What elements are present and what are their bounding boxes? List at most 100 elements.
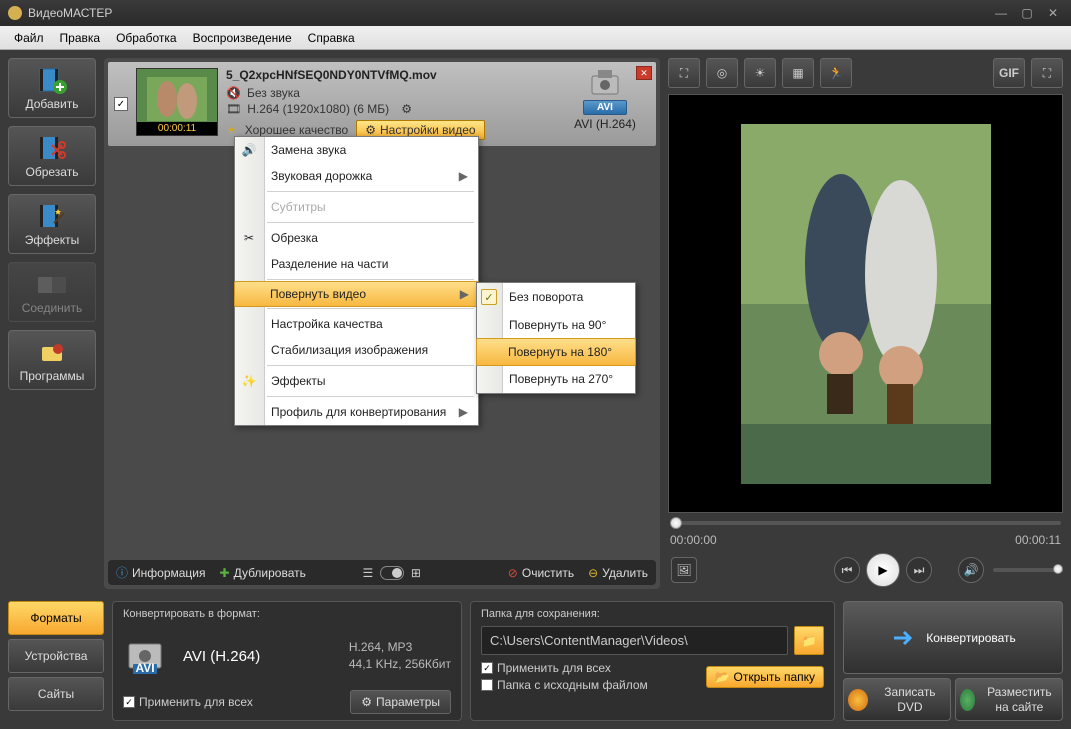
remove-file-button[interactable]: ✕ xyxy=(636,66,652,80)
format-detail: AVI (H.264) xyxy=(560,117,650,131)
menu-help[interactable]: Справка xyxy=(300,27,363,49)
apply-all-format-checkbox[interactable]: ✓Применить для всех xyxy=(123,695,253,709)
format-panel-header: Конвертировать в формат: xyxy=(123,608,451,620)
snapshot-button[interactable]: 🖼 xyxy=(671,557,697,583)
burn-dvd-button[interactable]: Записать DVD xyxy=(843,678,951,721)
film-icon: 🎞 xyxy=(226,102,241,116)
prev-button[interactable]: ⏮ xyxy=(834,557,860,583)
enhance-tool-button[interactable]: ◎ xyxy=(706,58,738,88)
tab-formats[interactable]: Форматы xyxy=(8,601,104,635)
source-folder-checkbox[interactable]: Папка с исходным файлом xyxy=(481,678,648,692)
preview-panel: ⛶ ◎ ☀ ▦ 🏃 GIF ⛶ 00:00:0000:00:11 xyxy=(668,58,1063,589)
maximize-button[interactable]: ▢ xyxy=(1017,6,1037,20)
mute-button[interactable]: 🔊 xyxy=(958,557,984,583)
browse-button[interactable]: 📁 xyxy=(794,626,824,655)
file-name: 5_Q2xpcHNfSEQ0NDY0NTVfMQ.mov xyxy=(226,68,552,82)
left-toolbar: Добавить Обрезать Эффекты Соединить Прог… xyxy=(8,58,96,589)
sun-icon: ☀ xyxy=(226,123,237,137)
ctx-split[interactable]: Разделение на части xyxy=(235,251,478,277)
ctx-quality[interactable]: Настройка качества xyxy=(235,311,478,337)
speed-tool-button[interactable]: 🏃 xyxy=(820,58,852,88)
brightness-icon: ☀ xyxy=(755,66,766,80)
check-icon: ✓ xyxy=(481,289,497,305)
text-tool-button[interactable]: ▦ xyxy=(782,58,814,88)
file-checkbox[interactable]: ✓ xyxy=(114,97,128,111)
settings-small-icon[interactable]: ⚙ xyxy=(401,102,412,116)
ctx-crop[interactable]: ✂Обрезка xyxy=(235,225,478,251)
menu-file[interactable]: Файл xyxy=(6,27,52,49)
info-button[interactable]: ⓘИнформация xyxy=(116,564,206,581)
minimize-button[interactable]: — xyxy=(991,6,1011,20)
save-folder-panel: Папка для сохранения: C:\Users\ContentMa… xyxy=(470,601,835,721)
brightness-tool-button[interactable]: ☀ xyxy=(744,58,776,88)
menu-edit[interactable]: Правка xyxy=(52,27,109,49)
programs-button[interactable]: Программы xyxy=(8,330,96,390)
bottom-bar: Форматы Устройства Сайты Конвертировать … xyxy=(0,597,1071,729)
next-button[interactable]: ⏭ xyxy=(906,557,932,583)
volume-slider[interactable] xyxy=(993,568,1063,572)
delete-button[interactable]: ⊖Удалить xyxy=(588,566,648,580)
submenu-arrow-icon: ▶ xyxy=(460,287,469,301)
format-badge: AVI xyxy=(583,100,627,115)
view-grid-icon[interactable]: ⊞ xyxy=(408,566,424,580)
apply-all-save-checkbox[interactable]: ✓Применить для всех xyxy=(481,661,648,675)
menu-bar: Файл Правка Обработка Воспроизведение Сп… xyxy=(0,26,1071,50)
submenu-arrow-icon: ▶ xyxy=(459,169,468,183)
trim-button[interactable]: Обрезать xyxy=(8,126,96,186)
folder-open-icon: 📂 xyxy=(715,670,730,684)
text-frame-icon: ▦ xyxy=(792,66,803,80)
fullscreen-tool-button[interactable]: ⛶ xyxy=(1031,58,1063,88)
save-panel-header: Папка для сохранения: xyxy=(481,608,824,620)
view-list-icon[interactable]: ☰ xyxy=(360,566,376,580)
time-current: 00:00:00 xyxy=(670,533,717,547)
menu-process[interactable]: Обработка xyxy=(108,27,185,49)
duplicate-button[interactable]: ✚Дублировать xyxy=(220,566,306,580)
tab-devices[interactable]: Устройства xyxy=(8,639,104,673)
crop-icon: ⛶ xyxy=(680,66,688,81)
sub-no-rotation[interactable]: ✓Без поворота xyxy=(477,283,635,311)
effects-button[interactable]: Эффекты xyxy=(8,194,96,254)
sub-rotate-90[interactable]: Повернуть на 90° xyxy=(477,311,635,339)
open-folder-button[interactable]: 📂Открыть папку xyxy=(706,666,824,688)
ctx-audio-track[interactable]: Звуковая дорожка▶ xyxy=(235,163,478,189)
clear-button[interactable]: ⊘Очистить xyxy=(508,566,574,580)
seek-slider[interactable] xyxy=(668,513,1063,533)
ctx-replace-audio[interactable]: 🔊Замена звука xyxy=(235,137,478,163)
save-path-input[interactable]: C:\Users\ContentManager\Videos\ xyxy=(481,626,788,655)
submenu-arrow-icon: ▶ xyxy=(459,405,468,419)
ctx-effects[interactable]: ✨Эффекты xyxy=(235,368,478,394)
crop-tool-button[interactable]: ⛶ xyxy=(668,58,700,88)
runner-icon: 🏃 xyxy=(829,66,844,80)
menu-play[interactable]: Воспроизведение xyxy=(185,27,300,49)
publish-site-button[interactable]: Разместить на сайте xyxy=(955,678,1063,721)
target-icon: ◎ xyxy=(717,66,727,80)
sub-rotate-180[interactable]: Повернуть на 180° xyxy=(476,338,636,366)
video-preview[interactable] xyxy=(668,94,1063,513)
sub-rotate-270[interactable]: Повернуть на 270° xyxy=(477,365,635,393)
image-icon: 🖼 xyxy=(676,563,691,577)
format-audio-line: 44,1 KHz, 256Кбит xyxy=(349,656,451,673)
globe-icon xyxy=(960,689,975,711)
tab-sites[interactable]: Сайты xyxy=(8,677,104,711)
convert-button[interactable]: Конвертировать xyxy=(843,601,1063,674)
file-thumbnail: 00:00:11 xyxy=(136,68,218,136)
ctx-stabilize[interactable]: Стабилизация изображения xyxy=(235,337,478,363)
gif-tool-button[interactable]: GIF xyxy=(993,58,1025,88)
app-logo-icon xyxy=(8,6,22,20)
clear-icon: ⊘ xyxy=(508,566,518,580)
seek-knob[interactable] xyxy=(670,517,682,529)
ctx-profile[interactable]: Профиль для конвертирования▶ xyxy=(235,399,478,425)
format-panel: Конвертировать в формат: AVI AVI (H.264)… xyxy=(112,601,462,721)
parameters-button[interactable]: ⚙Параметры xyxy=(350,690,451,714)
ctx-rotate[interactable]: Повернуть видео▶ xyxy=(234,281,479,307)
speaker-icon: 🔊 xyxy=(964,563,979,577)
file-list-panel: ✓ 00:00:11 5_Q2xpcHNfSEQ0NDY0NTVfMQ.mov … xyxy=(104,58,660,589)
play-button[interactable]: ▶ xyxy=(866,553,900,587)
add-button[interactable]: Добавить xyxy=(8,58,96,118)
close-button[interactable]: ✕ xyxy=(1043,6,1063,20)
file-row[interactable]: ✓ 00:00:11 5_Q2xpcHNfSEQ0NDY0NTVfMQ.mov … xyxy=(108,62,656,146)
view-toggle-icon[interactable] xyxy=(380,566,404,580)
file-codec: H.264 (1920x1080) (6 МБ) xyxy=(247,102,389,116)
format-name[interactable]: AVI (H.264) xyxy=(183,648,337,665)
volume-knob[interactable] xyxy=(1053,564,1063,574)
